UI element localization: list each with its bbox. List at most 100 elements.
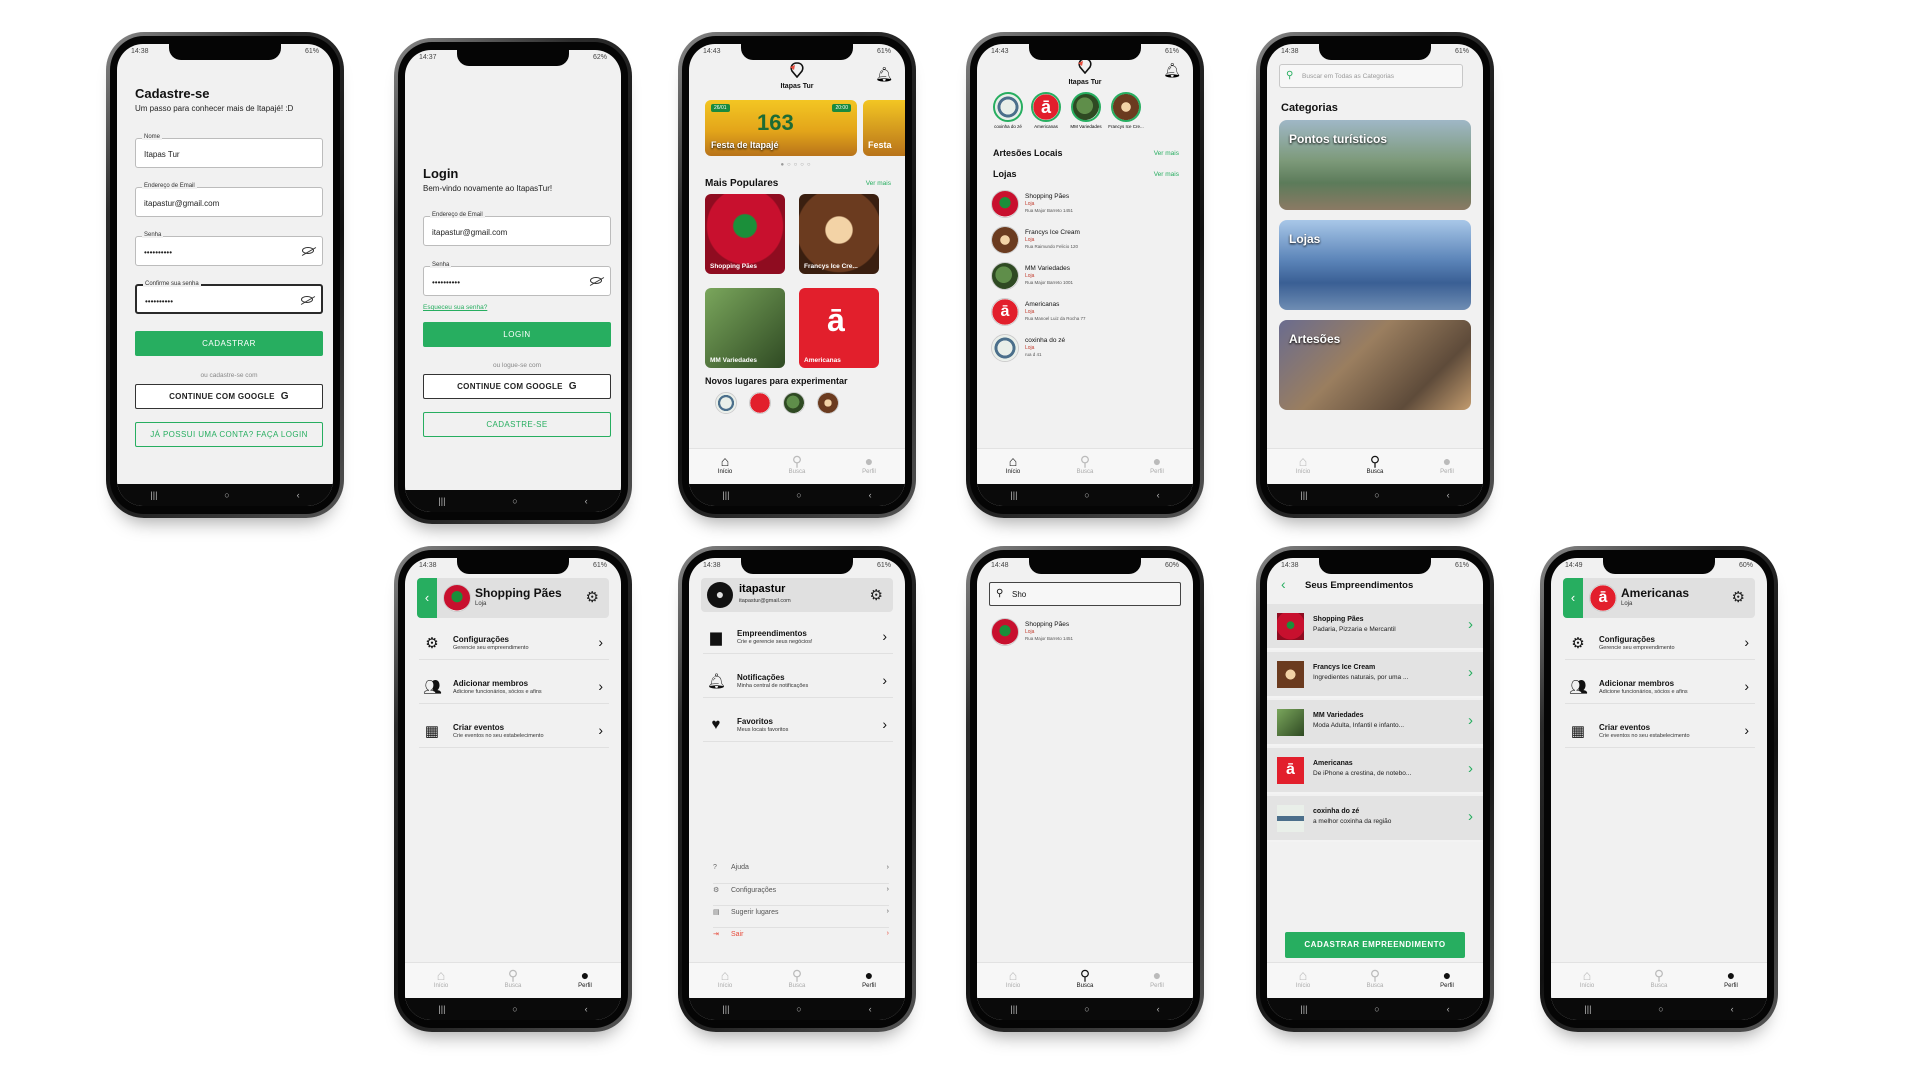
gear-icon[interactable]: ⚙ bbox=[870, 586, 883, 604]
tab-profile[interactable]: ● Perfil bbox=[1127, 963, 1187, 998]
back-icon[interactable]: ‹ bbox=[1447, 1004, 1450, 1014]
tab-search[interactable]: ⚲ Busca bbox=[1629, 963, 1689, 998]
tab-profile[interactable]: ● Perfil bbox=[839, 963, 899, 998]
recents-icon[interactable]: ||| bbox=[722, 490, 729, 500]
search-input[interactable]: ⚲ Sho bbox=[989, 582, 1181, 606]
visibility-off-icon[interactable] bbox=[302, 247, 314, 254]
tab-home[interactable]: ⌂ Início bbox=[1273, 963, 1333, 998]
home-circle-icon[interactable]: ○ bbox=[512, 496, 517, 506]
tab-profile[interactable]: ● Perfil bbox=[1701, 963, 1761, 998]
tab-home[interactable]: ⌂ Início bbox=[1557, 963, 1617, 998]
tab-home[interactable]: ⌂ Início bbox=[1273, 449, 1333, 484]
visibility-off-icon[interactable] bbox=[301, 296, 313, 303]
back-icon[interactable]: ‹ bbox=[585, 496, 588, 506]
visibility-off-icon[interactable] bbox=[590, 277, 602, 284]
store-row[interactable]: ā Americanas Loja Rua Manoel Luiz da Rocha … bbox=[991, 296, 1183, 332]
email-field[interactable]: Endereço de Email itapastur@gmail.com bbox=[423, 212, 611, 246]
search-input[interactable]: ⚲ Buscar em Todas as Categorias bbox=[1279, 64, 1463, 88]
recents-icon[interactable]: ||| bbox=[1584, 1004, 1591, 1014]
tab-search[interactable]: ⚲ Busca bbox=[767, 963, 827, 998]
event-banner[interactable]: 26/01 20:00 163 Festa de Itapajé bbox=[705, 100, 857, 156]
back-icon[interactable]: ‹ bbox=[1447, 490, 1450, 500]
home-circle-icon[interactable]: ○ bbox=[224, 490, 229, 500]
home-circle-icon[interactable]: ○ bbox=[796, 490, 801, 500]
footer-link-logout[interactable]: ⇥ Sair › bbox=[713, 930, 889, 950]
back-icon[interactable]: ‹ bbox=[869, 490, 872, 500]
menu-adicionar-membros[interactable]: 👥︎ Adicionar membros Adicione funcionários… bbox=[1565, 670, 1755, 704]
tab-profile[interactable]: ● Perfil bbox=[839, 449, 899, 484]
tab-home[interactable]: ⌂ Início bbox=[411, 963, 471, 998]
confirm-password-field[interactable]: Confirme sua senha •••••••••• bbox=[135, 281, 323, 314]
back-icon[interactable]: ‹ bbox=[585, 1004, 588, 1014]
back-arrow-icon[interactable]: ‹ bbox=[1281, 576, 1286, 592]
story-avatar[interactable] bbox=[1111, 92, 1141, 122]
tab-home[interactable]: ⌂ Início bbox=[983, 449, 1043, 484]
menu-configuracoes[interactable]: ⚙ Configurações Gerencie seu empreendiment… bbox=[419, 626, 609, 660]
menu-configuracoes[interactable]: ⚙ Configurações Gerencie seu empreendiment… bbox=[1565, 626, 1755, 660]
popular-card[interactable]: Francys Ice Cre... bbox=[799, 194, 879, 274]
category-card-artisans[interactable]: Artesões bbox=[1279, 320, 1471, 410]
back-icon[interactable]: ‹ bbox=[869, 1004, 872, 1014]
tab-home[interactable]: ⌂ Início bbox=[983, 963, 1043, 998]
event-banner-next[interactable]: Festa bbox=[863, 100, 905, 156]
footer-link-help[interactable]: ? Ajuda › bbox=[713, 864, 889, 884]
recents-icon[interactable]: ||| bbox=[1300, 490, 1307, 500]
tab-search[interactable]: ⚲ Busca bbox=[1345, 963, 1405, 998]
home-circle-icon[interactable]: ○ bbox=[1374, 490, 1379, 500]
home-circle-icon[interactable]: ○ bbox=[1374, 1004, 1379, 1014]
register-business-button[interactable]: CADASTRAR EMPREENDIMENTO bbox=[1285, 932, 1465, 958]
see-more-link[interactable]: Ver mais bbox=[1154, 171, 1179, 178]
tab-profile[interactable]: ● Perfil bbox=[555, 963, 615, 998]
recents-icon[interactable]: ||| bbox=[150, 490, 157, 500]
tab-search[interactable]: ⚲ Busca bbox=[1345, 449, 1405, 484]
home-circle-icon[interactable]: ○ bbox=[1084, 1004, 1089, 1014]
recents-icon[interactable]: ||| bbox=[1300, 1004, 1307, 1014]
tab-home[interactable]: ⌂ Início bbox=[695, 449, 755, 484]
recents-icon[interactable]: ||| bbox=[438, 496, 445, 506]
see-more-link[interactable]: Ver mais bbox=[1154, 150, 1179, 157]
business-row[interactable]: coxinha do zé a melhor coxinha da região › bbox=[1267, 796, 1483, 842]
popular-card[interactable]: ā Americanas bbox=[799, 288, 879, 368]
popular-card[interactable]: MM Variedades bbox=[705, 288, 785, 368]
store-row[interactable]: Francys Ice Cream Loja Rua Raimundo Felici… bbox=[991, 224, 1183, 260]
tab-home[interactable]: ⌂ Início bbox=[695, 963, 755, 998]
home-circle-icon[interactable]: ○ bbox=[796, 1004, 801, 1014]
search-result[interactable]: Shopping Pães Loja Rua Major Barreto 1451 bbox=[991, 616, 1183, 652]
story-avatar[interactable]: ā bbox=[1031, 92, 1061, 122]
tab-search[interactable]: ⚲ Busca bbox=[1055, 963, 1115, 998]
category-card-stores[interactable]: Lojas bbox=[1279, 220, 1471, 310]
menu-favoritos[interactable]: ♥ Favoritos Meus locais favoritos › bbox=[703, 708, 893, 742]
back-icon[interactable]: ‹ bbox=[1731, 1004, 1734, 1014]
tab-profile[interactable]: ● Perfil bbox=[1417, 963, 1477, 998]
recents-icon[interactable]: ||| bbox=[722, 1004, 729, 1014]
home-circle-icon[interactable]: ○ bbox=[1658, 1004, 1663, 1014]
new-places-avatar[interactable] bbox=[783, 392, 805, 414]
recents-icon[interactable]: ||| bbox=[1010, 490, 1017, 500]
new-places-avatar[interactable] bbox=[749, 392, 771, 414]
signup-button[interactable]: CADASTRE-SE bbox=[423, 412, 611, 437]
business-row[interactable]: ā Americanas De iPhone a crestina, de note… bbox=[1267, 748, 1483, 794]
menu-empreendimentos[interactable]: ▆ Empreendimentos Crie e gerencie seus neg… bbox=[703, 620, 893, 654]
bell-icon[interactable]: 🔔︎ bbox=[875, 66, 893, 83]
password-field[interactable]: Senha •••••••••• bbox=[135, 232, 323, 266]
bell-icon[interactable]: 🔔︎ bbox=[1163, 62, 1181, 79]
store-row[interactable]: Shopping Pães Loja Rua Major Barreto 1451 bbox=[991, 188, 1183, 224]
home-circle-icon[interactable]: ○ bbox=[1084, 490, 1089, 500]
see-more-link[interactable]: Ver mais bbox=[866, 180, 891, 187]
story-avatar[interactable] bbox=[993, 92, 1023, 122]
store-row[interactable]: coxinha do zé Loja rua d 41 bbox=[991, 332, 1183, 368]
back-icon[interactable]: ‹ bbox=[297, 490, 300, 500]
login-button[interactable]: LOGIN bbox=[423, 322, 611, 347]
recents-icon[interactable]: ||| bbox=[1010, 1004, 1017, 1014]
business-row[interactable]: Francys Ice Cream Ingredientes naturais, … bbox=[1267, 652, 1483, 698]
back-icon[interactable]: ‹ bbox=[1157, 490, 1160, 500]
tab-search[interactable]: ⚲ Busca bbox=[1055, 449, 1115, 484]
tab-search[interactable]: ⚲ Busca bbox=[767, 449, 827, 484]
forgot-password-link[interactable]: Esqueceu sua senha? bbox=[423, 304, 487, 311]
email-field[interactable]: Endereço de Email itapastur@gmail.com bbox=[135, 183, 323, 217]
footer-link-settings[interactable]: ⚙ Configurações › bbox=[713, 886, 889, 906]
name-field[interactable]: Nome Itapas Tur bbox=[135, 134, 323, 168]
back-icon[interactable]: ‹ bbox=[1157, 1004, 1160, 1014]
business-row[interactable]: Shopping Pães Padaria, Pizzaria e Mercant… bbox=[1267, 604, 1483, 650]
story-avatar[interactable] bbox=[1071, 92, 1101, 122]
